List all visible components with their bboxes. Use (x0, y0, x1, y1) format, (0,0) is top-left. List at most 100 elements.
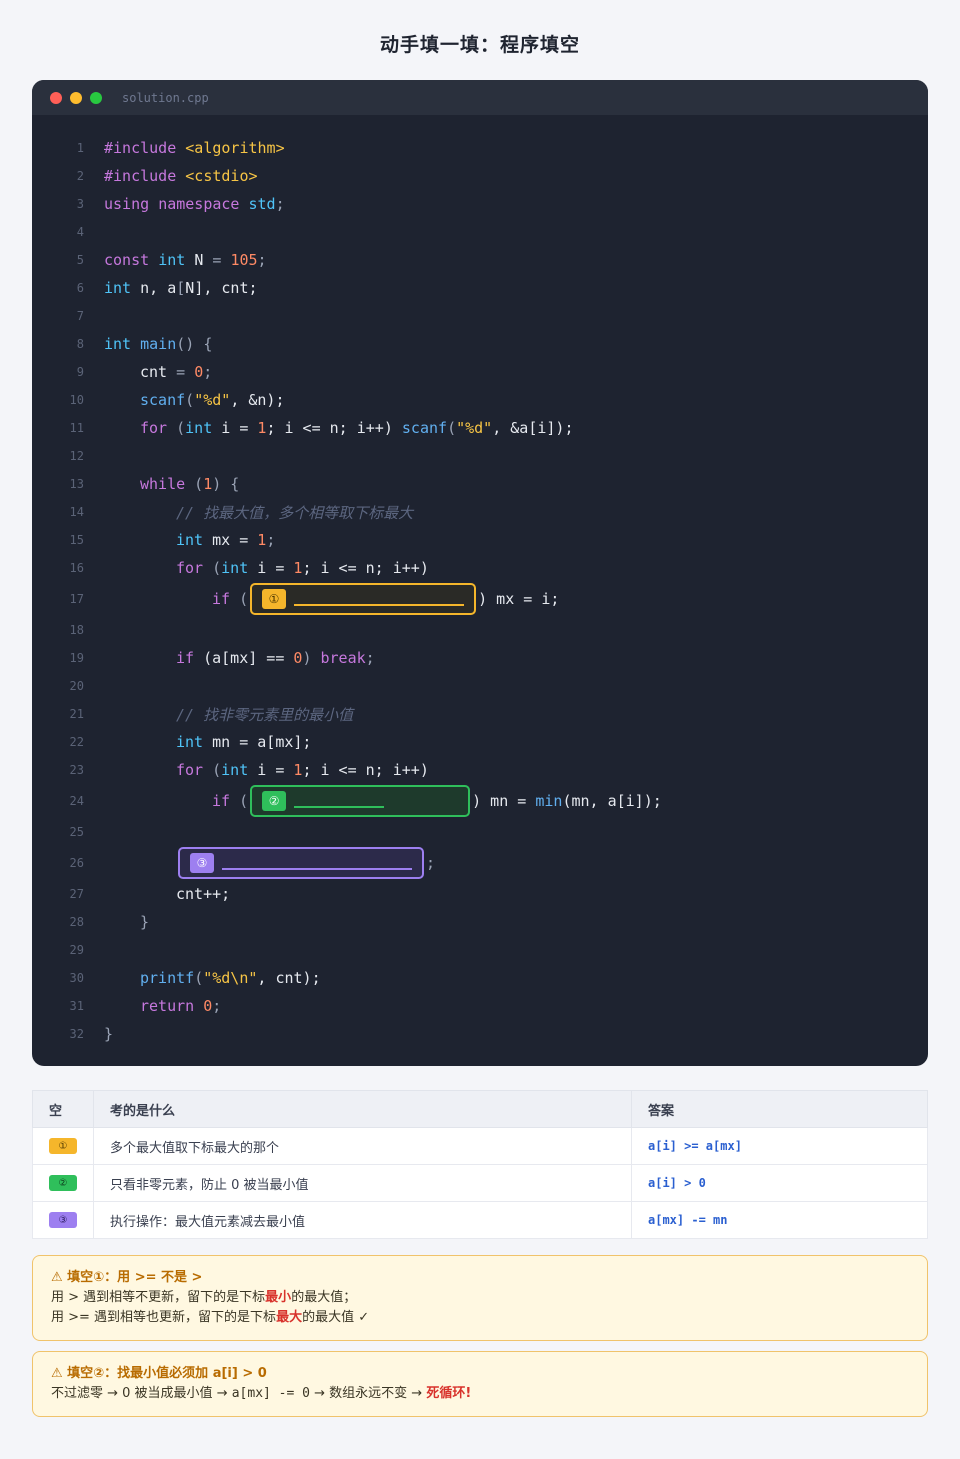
code-line: 18 (32, 616, 928, 644)
code-line: 2 #include <cstdio> (32, 162, 928, 190)
col-header-topic: 考的是什么 (93, 1090, 632, 1128)
code-line: 6 int n, a[N], cnt; (32, 274, 928, 302)
line-number: 5 (76, 253, 84, 267)
row-answer: a[i] > 0 (631, 1164, 928, 1202)
code-line: 20 (32, 672, 928, 700)
code-line: 23 for (int i = 1; i <= n; i++) (32, 756, 928, 784)
line-number: 13 (69, 477, 84, 491)
table-header-row: 空 考的是什么 答案 (32, 1090, 928, 1128)
note-title: ⚠ 填空①：用 >= 不是 > (51, 1270, 203, 1285)
note-title: ⚠ 填空②：找最小值必须加 a[i] > 0 (51, 1366, 267, 1381)
code-line: 25 (32, 818, 928, 846)
code-line: 22 int mn = a[mx]; (32, 728, 928, 756)
maximize-window-dot-icon[interactable] (90, 91, 102, 104)
code-line: 32} (32, 1020, 928, 1048)
code-line: 21 // 找非零元素里的最小值 (32, 700, 928, 728)
line-number: 24 (69, 794, 84, 808)
line-number: 20 (69, 679, 84, 693)
code-line: 3 using namespace std; (32, 190, 928, 218)
blank-badge-1: ① (262, 589, 286, 609)
line-number: 28 (69, 915, 84, 929)
code-body: 1 #include <algorithm> 2 #include <cstdio>… (32, 134, 928, 1048)
line-number: 19 (69, 651, 84, 665)
blank-chip-1: ① (49, 1138, 77, 1155)
line-number: 6 (76, 281, 84, 295)
code-line: 26 ③; (32, 846, 928, 880)
code-line: 11 for (int i = 1; i <= n; i++) scanf("%d… (32, 414, 928, 442)
col-header-blank: 空 (32, 1090, 94, 1128)
table-row: ① 多个最大值取下标最大的那个 a[i] >= a[mx] (32, 1127, 928, 1165)
row-description: 执行操作：最大值元素减去最小值 (93, 1201, 632, 1239)
code-line: 9 cnt = 0; (32, 358, 928, 386)
line-number: 17 (69, 592, 84, 606)
blank-badge-3: ③ (190, 853, 214, 873)
row-description: 多个最大值取下标最大的那个 (93, 1127, 632, 1165)
line-number: 18 (69, 623, 84, 637)
blank-underline (293, 592, 465, 606)
line-number: 23 (69, 763, 84, 777)
code-line: 28} (32, 908, 928, 936)
line-number: 30 (69, 971, 84, 985)
line-number: 8 (76, 337, 84, 351)
blank-slot-2[interactable]: ② (250, 785, 471, 817)
line-number: 10 (69, 393, 84, 407)
code-line: 14 // 找最大值，多个相等取下标最大 (32, 498, 928, 526)
code-line: 10 scanf("%d", &n); (32, 386, 928, 414)
code-line: 16 for (int i = 1; i <= n; i++) (32, 554, 928, 582)
code-line: 1 #include <algorithm> (32, 134, 928, 162)
code-line: 15 int mx = 1; (32, 526, 928, 554)
line-number: 27 (69, 887, 84, 901)
code-line: 30 printf("%d\n", cnt); (32, 964, 928, 992)
code-line: 4 (32, 218, 928, 246)
line-number: 12 (69, 449, 84, 463)
table-row: ② 只看非零元素，防止 0 被当最小值 a[i] > 0 (32, 1164, 928, 1202)
note-line: 不过滤零 → 0 被当成最小值 → a[mx] -= 0 → 数组永远不变 → … (51, 1386, 472, 1401)
blank-underline (222, 856, 412, 870)
line-number: 1 (76, 141, 84, 155)
line-number: 15 (69, 533, 84, 547)
blank-chip-2: ② (49, 1175, 77, 1192)
blank-slot-3[interactable]: ③ (178, 847, 424, 879)
code-line: 24 if (②) mn = min (mn, a[i]); (32, 784, 928, 818)
code-editor: solution.cpp 1 #include <algorithm> 2 #inc… (32, 80, 928, 1066)
col-header-answer: 答案 (631, 1090, 928, 1128)
table-row: ③ 执行操作：最大值元素减去最小值 a[mx] -= mn (32, 1201, 928, 1239)
row-description: 只看非零元素，防止 0 被当最小值 (93, 1164, 632, 1202)
line-number: 11 (69, 421, 84, 435)
line-number: 7 (76, 309, 84, 323)
code-line: 29 (32, 936, 928, 964)
page-title: 动手填一填：程序填空 (379, 34, 580, 56)
row-answer: a[mx] -= mn (631, 1201, 928, 1239)
blank-slot-1[interactable]: ① (250, 583, 477, 615)
code-line: 5 const int N = 105; (32, 246, 928, 274)
blank-underline (294, 794, 385, 808)
editor-titlebar: solution.cpp (32, 80, 928, 115)
line-number: 14 (69, 505, 84, 519)
minimize-window-dot-icon[interactable] (70, 91, 82, 104)
blank-badge-2: ② (262, 791, 287, 811)
code-line: 27 cnt++; (32, 880, 928, 908)
line-number: 29 (69, 943, 84, 957)
code-line: 7 (32, 302, 928, 330)
line-number: 25 (69, 825, 84, 839)
row-answer: a[i] >= a[mx] (631, 1127, 928, 1165)
line-number: 26 (69, 856, 84, 870)
line-number: 32 (69, 1027, 84, 1041)
code-line: 12 (32, 442, 928, 470)
line-number: 4 (76, 225, 84, 239)
line-number: 3 (76, 197, 84, 211)
line-number: 22 (69, 735, 84, 749)
blank-chip-3: ③ (49, 1212, 77, 1229)
close-window-dot-icon[interactable] (50, 91, 62, 104)
code-line: 31 return 0; (32, 992, 928, 1020)
note-line: 用 > 遇到相等不更新，留下的是下标最小的最大值； (51, 1290, 357, 1305)
code-line: 19 if (a[mx] == 0) break; (32, 644, 928, 672)
code-line: 17 if (①) mx = i; (32, 582, 928, 616)
code-line: 13 while (1) { (32, 470, 928, 498)
warning-note-2: ⚠ 填空②：找最小值必须加 a[i] > 0 不过滤零 → 0 被当成最小值 →… (32, 1351, 928, 1417)
editor-filename: solution.cpp (122, 90, 209, 105)
line-number: 21 (69, 707, 84, 721)
code-comment: // 找最大值，多个相等取下标最大 (176, 503, 414, 522)
line-number: 16 (69, 561, 84, 575)
code-line: 8 int main() { (32, 330, 928, 358)
